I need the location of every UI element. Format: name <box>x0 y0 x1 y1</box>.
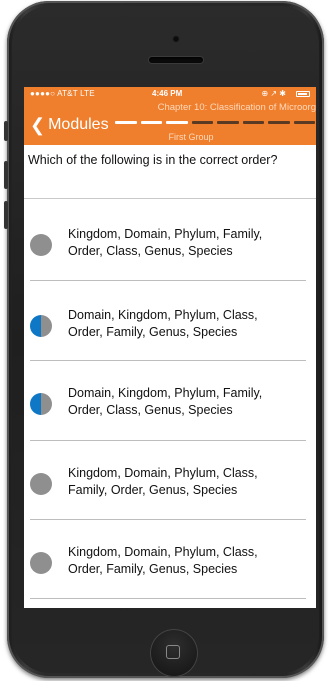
progress-segment <box>268 121 290 124</box>
chevron-left-icon: ❮ <box>30 115 46 135</box>
progress-segment <box>242 121 264 124</box>
option-text: Domain, Kingdom, Phylum, Family, Order, … <box>68 385 308 419</box>
question-text: Which of the following is in the correct… <box>28 153 278 167</box>
progress-segment <box>115 121 137 124</box>
progress-segment <box>140 121 162 124</box>
volume-down-button <box>4 201 8 229</box>
volume-up-button <box>4 161 8 189</box>
chapter-title: Chapter 10: Classification of Microorg <box>157 102 316 113</box>
group-label: First Group <box>168 132 214 142</box>
earpiece-speaker <box>149 57 203 63</box>
option-divider <box>30 598 306 599</box>
option-text: Kingdom, Domain, Phylum, Class, Order, F… <box>68 544 308 578</box>
status-bar: ●●●●○ AT&T LTE 4:46 PM ⊕ ↗ ✱ <box>24 87 316 101</box>
option-line-2: Order, Class, Genus, Species <box>68 403 233 417</box>
front-camera <box>172 35 180 43</box>
home-square-icon <box>166 645 180 659</box>
home-button[interactable] <box>150 629 198 677</box>
back-button[interactable]: ❮ Modules <box>30 116 109 134</box>
option-line-1: Domain, Kingdom, Phylum, Family, <box>68 386 263 400</box>
option-line-1: Kingdom, Domain, Phylum, Family, <box>68 227 263 241</box>
answer-option-2[interactable]: Domain, Kingdom, Phylum, Class, Order, F… <box>24 282 316 361</box>
radio-marker-icon <box>30 315 52 337</box>
answer-option-4[interactable]: Kingdom, Domain, Phylum, Class, Family, … <box>24 441 316 520</box>
question-divider <box>24 198 316 199</box>
radio-marker-icon <box>30 552 52 574</box>
app-header: ●●●●○ AT&T LTE 4:46 PM ⊕ ↗ ✱ ❮ Modules C… <box>24 87 316 145</box>
option-line-1: Domain, Kingdom, Phylum, Class, <box>68 308 258 322</box>
progress-segment <box>191 121 213 124</box>
back-label: Modules <box>48 116 109 133</box>
carrier-label: ●●●●○ AT&T LTE <box>30 89 95 98</box>
answer-option-5[interactable]: Kingdom, Domain, Phylum, Class, Order, F… <box>24 520 316 599</box>
status-icons: ⊕ ↗ ✱ <box>261 89 286 98</box>
status-time: 4:46 PM <box>152 89 183 98</box>
app-screen: ●●●●○ AT&T LTE 4:46 PM ⊕ ↗ ✱ ❮ Modules C… <box>24 87 316 608</box>
answer-option-3[interactable]: Domain, Kingdom, Phylum, Family, Order, … <box>24 362 316 441</box>
option-text: Domain, Kingdom, Phylum, Class, Order, F… <box>68 307 308 341</box>
option-line-2: Order, Family, Genus, Species <box>68 325 238 339</box>
option-line-1: Kingdom, Domain, Phylum, Class, <box>68 466 258 480</box>
option-line-2: Family, Order, Genus, Species <box>68 483 238 497</box>
option-line-2: Order, Class, Genus, Species <box>68 244 233 258</box>
option-line-2: Order, Family, Genus, Species <box>68 562 238 576</box>
radio-marker-icon <box>30 393 52 415</box>
option-line-1: Kingdom, Domain, Phylum, Class, <box>68 545 258 559</box>
answer-option-1[interactable]: Kingdom, Domain, Phylum, Family, Order, … <box>24 202 316 281</box>
radio-marker-icon <box>30 234 52 256</box>
progress-segment <box>166 121 188 124</box>
radio-marker-icon <box>30 473 52 495</box>
option-divider <box>30 280 306 281</box>
option-divider <box>30 360 306 361</box>
mute-switch <box>4 121 8 141</box>
option-text: Kingdom, Domain, Phylum, Class, Family, … <box>68 465 308 499</box>
option-text: Kingdom, Domain, Phylum, Family, Order, … <box>68 226 308 260</box>
battery-icon <box>296 91 310 97</box>
progress-segment <box>293 121 315 124</box>
question-progress <box>115 121 315 125</box>
progress-segment <box>217 121 239 124</box>
